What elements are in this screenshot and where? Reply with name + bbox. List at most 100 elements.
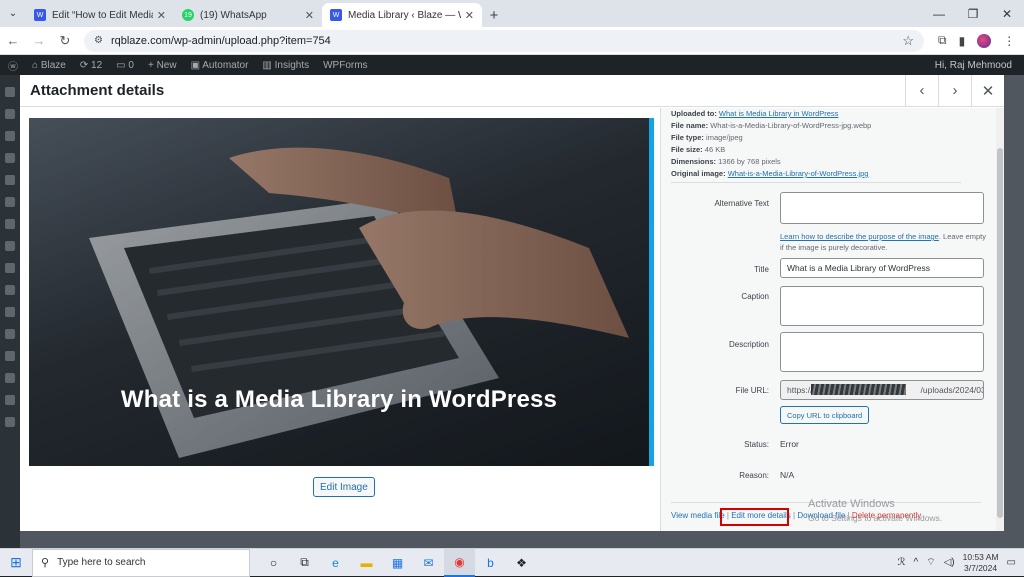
alt-text-field[interactable] <box>780 192 984 224</box>
new-tab-button[interactable]: + <box>482 3 506 27</box>
copy-url-button[interactable]: Copy URL to clipboard <box>780 406 869 424</box>
wordpress-logo-icon[interactable]: ⓦ <box>8 58 18 73</box>
title-label: Title <box>665 265 769 274</box>
file-type-value: image/jpeg <box>706 133 743 142</box>
bing-icon[interactable]: b <box>475 549 506 577</box>
file-size-label: File size: <box>671 145 703 154</box>
close-window-icon[interactable]: ✕ <box>990 0 1024 27</box>
chrome-icon[interactable]: ◉ <box>444 549 475 577</box>
edge-icon[interactable]: e <box>320 549 351 577</box>
browser-tab-whatsapp[interactable]: 19 (19) WhatsApp ✕ <box>174 3 322 27</box>
media-preview-area: What is a Media Library in WordPress Edi… <box>20 108 660 531</box>
notifications-icon[interactable]: ▭ <box>1007 557 1016 568</box>
app-icon[interactable]: ❖ <box>506 549 537 577</box>
alt-text-help: Learn how to describe the purpose of the… <box>780 231 986 253</box>
description-label: Description <box>665 340 769 349</box>
mail-icon[interactable]: ✉ <box>413 549 444 577</box>
people-icon[interactable]: ℛ <box>898 557 906 568</box>
forward-arrow-icon[interactable]: → <box>26 33 52 48</box>
store-icon[interactable]: ▦ <box>382 549 413 577</box>
site-name-link[interactable]: ⌂ Blaze <box>32 60 66 71</box>
comments-link[interactable]: ▭ 0 <box>116 60 134 71</box>
browser-tab-strip: ⌄ W Edit “How to Edit Media in Wor ✕ 19 … <box>0 0 1024 27</box>
title-field[interactable]: What is a Media Library of WordPress <box>780 258 984 278</box>
watermark-subtitle: Go to Settings to activate Windows. <box>808 511 942 525</box>
file-size-value: 46 KB <box>705 145 725 154</box>
caption-field[interactable] <box>780 286 984 326</box>
back-arrow-icon[interactable]: ← <box>0 33 26 48</box>
file-url-start: https:// <box>787 385 813 395</box>
network-icon[interactable]: ⌔ <box>926 556 935 569</box>
annotation-highlight-box <box>720 508 789 526</box>
wordpress-icon: W <box>330 9 342 21</box>
chrome-menu-icon[interactable]: ⋮ <box>1003 34 1015 48</box>
next-arrow-icon[interactable]: › <box>938 75 971 107</box>
original-image-link[interactable]: What-is-a-Media-Library-of-WordPress.jpg <box>728 169 869 178</box>
tab-title: Media Library ‹ Blaze — WordP <box>348 10 461 21</box>
browser-tab-media-library[interactable]: W Media Library ‹ Blaze — WordP ✕ <box>322 3 482 27</box>
new-label: New <box>157 60 177 71</box>
automator-link[interactable]: ▣ Automator <box>191 60 249 71</box>
windows-start-icon[interactable]: ⊞ <box>0 554 32 571</box>
uploaded-to-label: Uploaded to: <box>671 109 717 118</box>
previous-arrow-icon[interactable]: ‹ <box>905 75 938 107</box>
scrollbar-thumb[interactable] <box>997 148 1003 518</box>
side-panel-icon[interactable]: ▮ <box>959 34 966 48</box>
admin-side-menu <box>0 75 20 548</box>
reason-value: N/A <box>780 470 794 480</box>
new-content-link[interactable]: + New <box>148 60 177 71</box>
close-tab-icon[interactable]: ✕ <box>465 9 474 22</box>
view-media-file-link[interactable]: View media file <box>671 511 725 520</box>
meta-divider <box>671 182 961 183</box>
reload-icon[interactable]: ↻ <box>52 33 78 49</box>
close-modal-icon[interactable]: ✕ <box>971 75 1004 107</box>
bookmark-star-icon[interactable]: ☆ <box>902 33 914 49</box>
taskbar-search[interactable]: ⚲ Type here to search <box>32 549 250 577</box>
file-url-label: File URL: <box>665 386 769 395</box>
site-name: Blaze <box>41 60 66 71</box>
modal-title: Attachment details <box>30 82 164 99</box>
file-url-end: /uploads/2024/03 <box>921 385 984 395</box>
site-info-icon[interactable]: ⚙ <box>94 35 103 46</box>
taskbar-clock[interactable]: 10:53 AM 3/7/2024 <box>963 552 999 574</box>
attachment-details-panel: Uploaded to: What is Media Library in Wo… <box>660 108 1004 531</box>
close-tab-icon[interactable]: ✕ <box>305 9 314 22</box>
activate-windows-watermark: Activate Windows Go to Settings to activ… <box>808 497 942 525</box>
system-tray: ℛ ^ ⌔ ◁) 10:53 AM 3/7/2024 ▭ <box>898 552 1024 574</box>
task-view-icon[interactable]: ⧉ <box>289 549 320 577</box>
alt-text-help-link[interactable]: Learn how to describe the purpose of the… <box>780 232 939 241</box>
extensions-icon[interactable]: ⧉ <box>938 33 947 48</box>
dimensions-value: 1366 by 768 pixels <box>718 157 781 166</box>
uploaded-to-link[interactable]: What is Media Library in WordPress <box>719 109 838 118</box>
volume-icon[interactable]: ◁) <box>944 557 955 568</box>
redaction-scribble <box>811 384 906 395</box>
show-hidden-icons[interactable]: ^ <box>913 557 918 568</box>
insights-link[interactable]: ▥ Insights <box>262 60 309 71</box>
cortana-icon[interactable]: ○ <box>258 549 289 577</box>
original-image-label: Original image: <box>671 169 726 178</box>
close-tab-icon[interactable]: ✕ <box>157 9 166 22</box>
minimize-icon[interactable]: — <box>922 0 956 27</box>
file-type-label: File type: <box>671 133 704 142</box>
address-bar[interactable]: ⚙ rqblaze.com/wp-admin/upload.php?item=7… <box>84 30 924 52</box>
profile-avatar[interactable] <box>977 34 991 48</box>
details-scrollbar[interactable] <box>996 108 1004 531</box>
whatsapp-icon: 19 <box>182 9 194 21</box>
edit-image-button[interactable]: Edit Image <box>313 477 375 497</box>
user-greeting[interactable]: Hi, Raj Mehmood <box>935 60 1012 71</box>
restore-icon[interactable]: ❐ <box>956 0 990 27</box>
watermark-title: Activate Windows <box>808 497 942 511</box>
tab-search-icon[interactable]: ⌄ <box>0 0 26 27</box>
file-explorer-icon[interactable]: ▬ <box>351 549 382 577</box>
search-icon: ⚲ <box>41 556 49 569</box>
image-accent-bar <box>649 118 654 466</box>
file-name-value: What-is-a-Media-Library-of-WordPress-jpg… <box>710 121 871 130</box>
description-field[interactable] <box>780 332 984 372</box>
browser-tab-edit-post[interactable]: W Edit “How to Edit Media in Wor ✕ <box>26 3 174 27</box>
wpforms-link[interactable]: WPForms <box>323 60 367 71</box>
status-label: Status: <box>665 440 769 449</box>
tab-title: Edit “How to Edit Media in Wor <box>52 10 153 21</box>
file-name-label: File name: <box>671 121 708 130</box>
updates-link[interactable]: ⟳ 12 <box>80 60 102 71</box>
url-text: rqblaze.com/wp-admin/upload.php?item=754 <box>111 35 331 47</box>
